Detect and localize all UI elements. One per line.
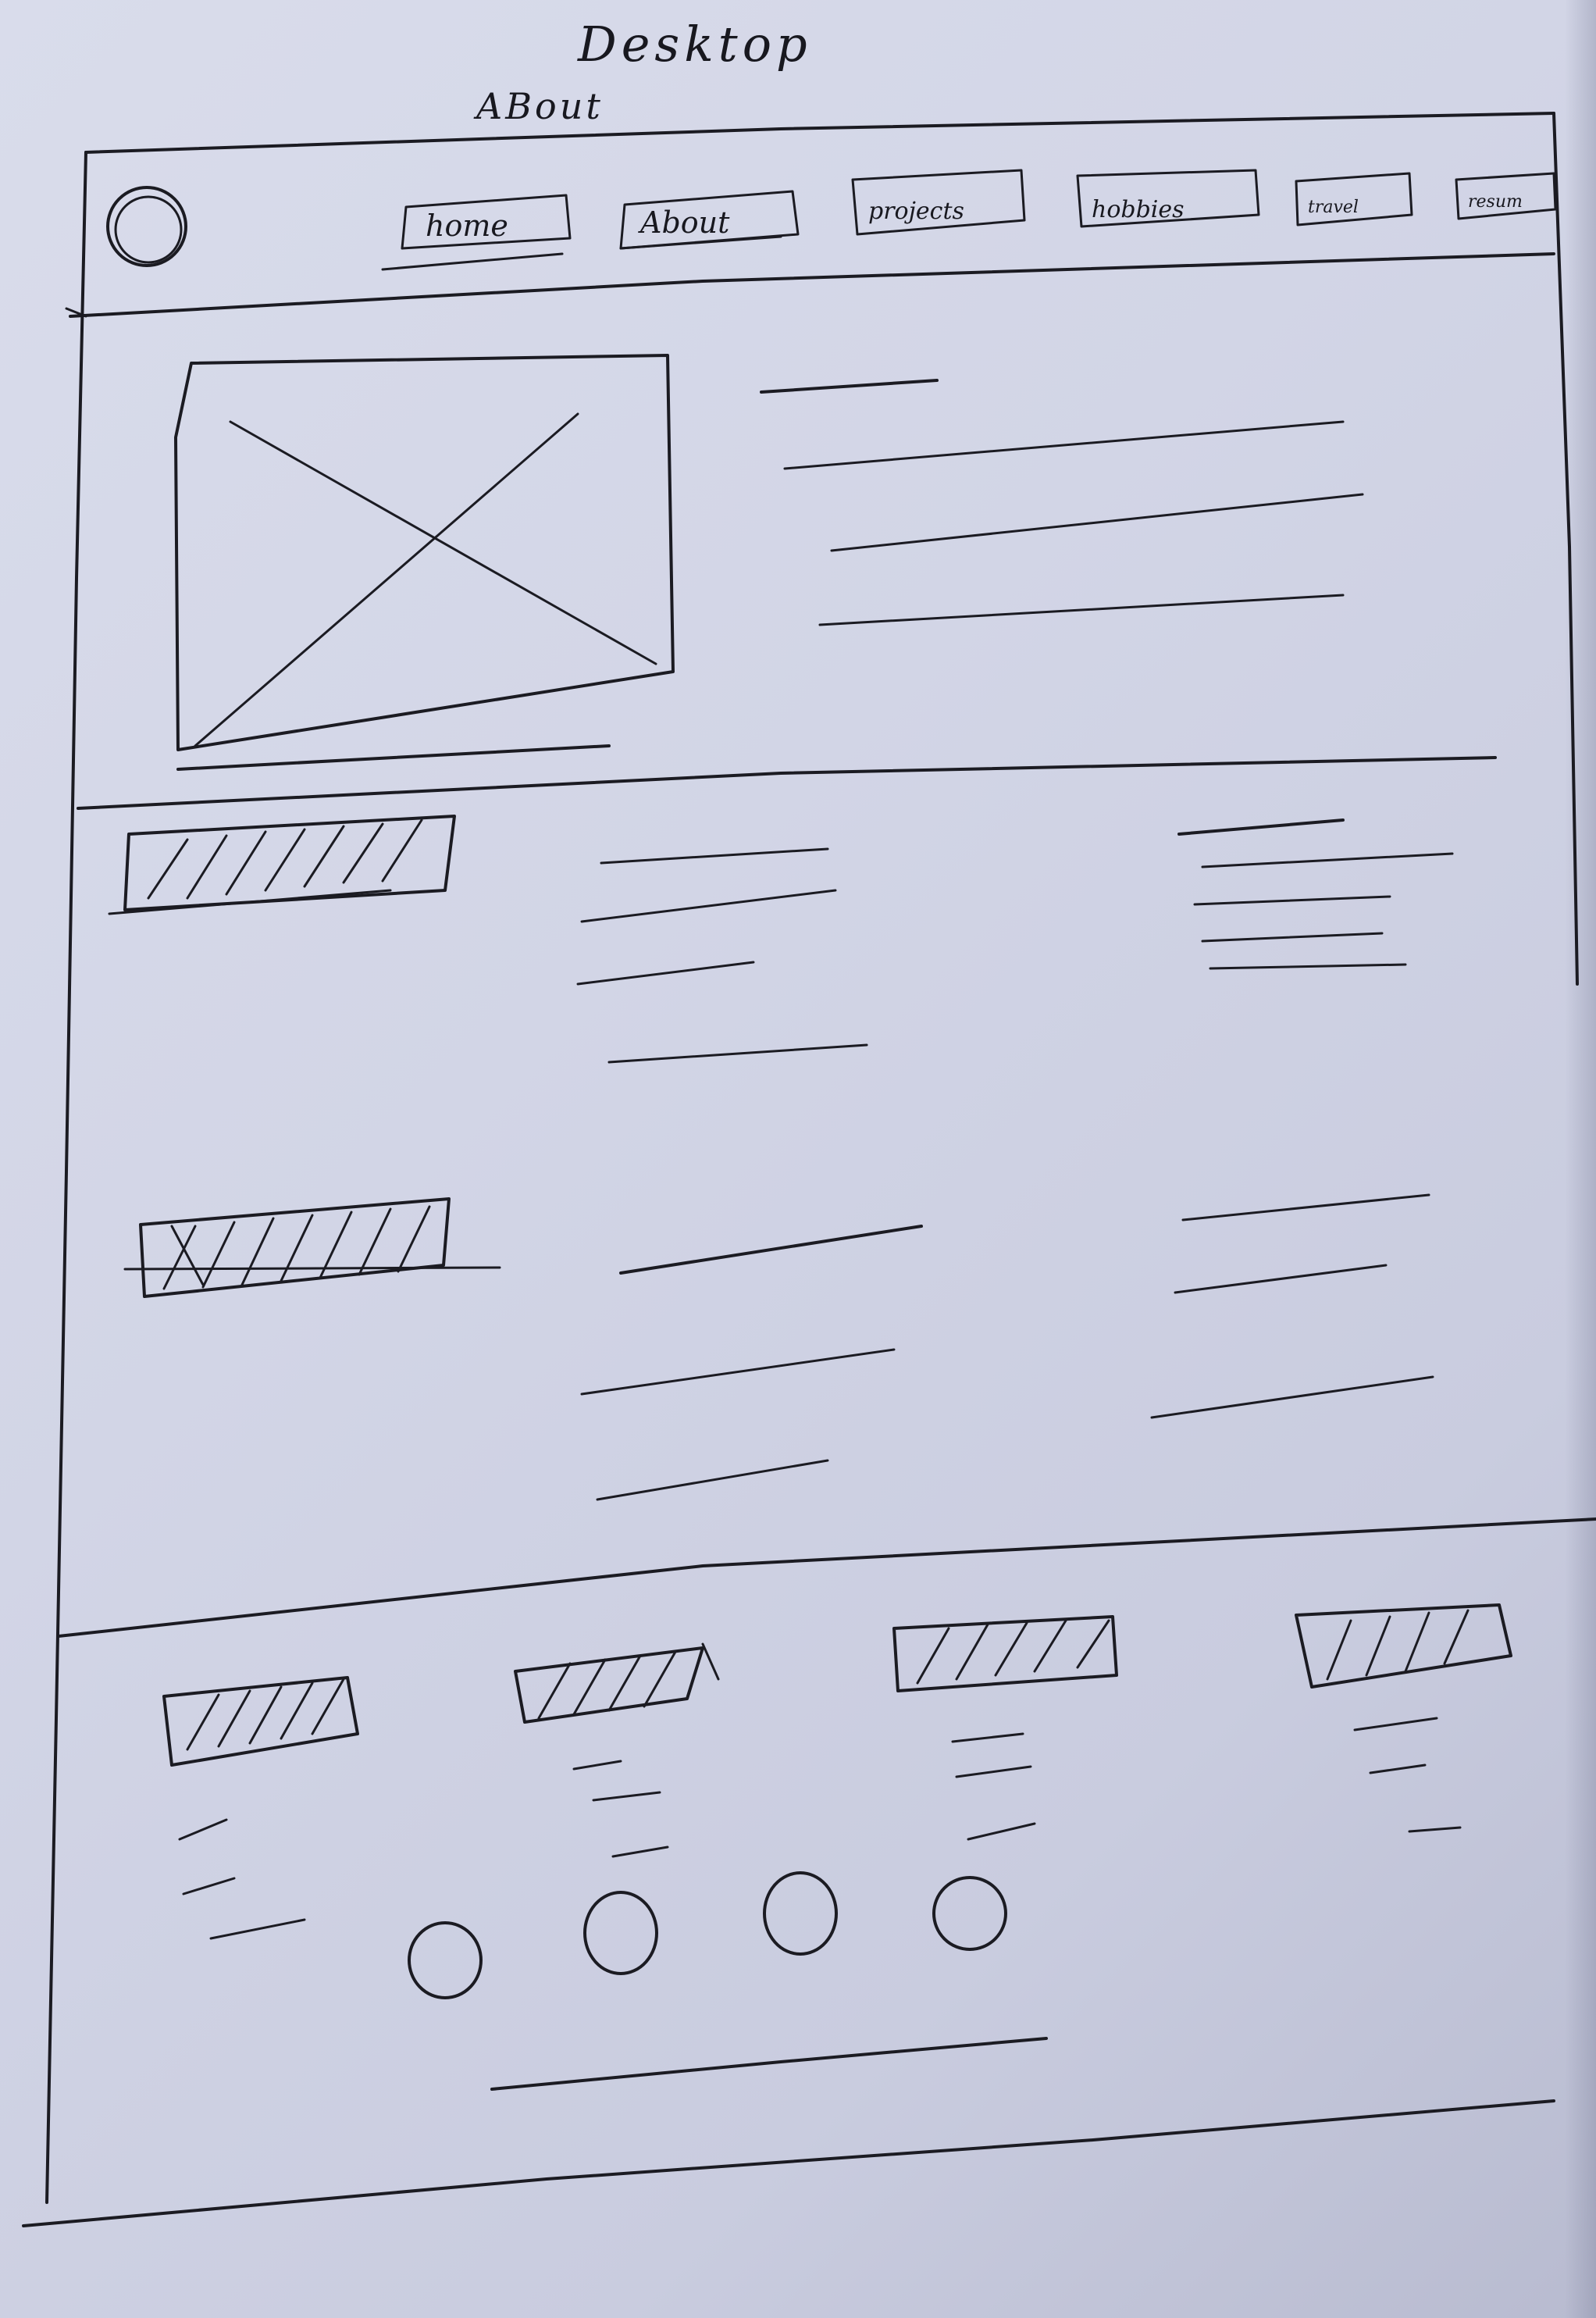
row-2-text-right [1150, 1193, 1434, 1419]
footer-card-4[interactable] [1295, 1603, 1512, 1833]
navbar-divider [69, 252, 1555, 318]
text-line [580, 1348, 896, 1396]
hero-image-frame [174, 354, 675, 751]
nav-item-travel[interactable]: travel [1295, 172, 1413, 226]
text-line [580, 889, 837, 923]
wireframe-sketch: Desktop ABout home About projects hobbie… [22, 16, 1596, 2227]
text-line [619, 1225, 923, 1275]
hero-image-placeholder [174, 354, 675, 771]
hero-text-line [830, 493, 1364, 552]
card-text-line [611, 1845, 669, 1858]
hero-text-line [818, 594, 1345, 626]
frame-bottom-edge [22, 2099, 1555, 2227]
nav-item-about-label: About [638, 205, 730, 240]
text-line [600, 847, 829, 865]
hero-section [77, 354, 1497, 810]
social-icons [408, 1871, 1007, 1999]
card-hatched-header [892, 1615, 1118, 1692]
text-line [1150, 1375, 1434, 1419]
social-circle-icon[interactable] [763, 1871, 838, 1956]
row-1-text-mid [576, 847, 868, 1064]
sketch-paper: Desktop ABout home About projects hobbie… [0, 0, 1596, 2318]
page-title: Desktop [577, 16, 812, 73]
frame-left-edge [45, 151, 87, 2204]
hero-image-bottom-line [176, 744, 611, 771]
hatch-strokes [1326, 1609, 1470, 1681]
text-line [1209, 963, 1407, 970]
navbar[interactable]: home About projects hobbies travel resum [65, 169, 1557, 318]
frame-right-edge [1552, 112, 1579, 986]
hero-divider [77, 756, 1497, 810]
card-text-line [182, 1877, 236, 1895]
logo-circle-icon[interactable] [106, 186, 187, 267]
card-text-line [1369, 1763, 1427, 1774]
text-line [1201, 852, 1454, 868]
nav-item-hobbies[interactable]: hobbies [1076, 169, 1260, 228]
nav-item-home[interactable]: home [381, 194, 572, 271]
page-subtitle: ABout [473, 85, 604, 127]
card-text-line [1353, 1717, 1438, 1731]
hatched-block-outline [123, 815, 456, 911]
text-line [1174, 1264, 1388, 1294]
card-text-line [967, 1822, 1036, 1841]
hatched-block-underline [123, 1266, 501, 1271]
footer-cards [162, 1603, 1512, 1940]
row-2-text-mid [580, 1225, 923, 1501]
footer-card-1[interactable] [162, 1676, 359, 1940]
card-text-line [951, 1732, 1024, 1743]
content-row-1 [108, 815, 1454, 1064]
text-line [607, 1043, 868, 1064]
row-1-text-right [1177, 818, 1454, 970]
hatch-strokes [916, 1619, 1110, 1685]
hero-text-lines [760, 379, 1364, 626]
frame-top-edge [84, 112, 1555, 154]
hero-text-line [783, 420, 1345, 470]
text-line [1193, 895, 1391, 906]
hatched-block-outline [139, 1197, 451, 1298]
text-line [1177, 818, 1345, 836]
nav-item-home-label: home [426, 209, 508, 243]
nav-item-home-underline [381, 252, 564, 271]
text-line [1201, 932, 1384, 943]
social-circle-icon[interactable] [583, 1891, 658, 1975]
hero-heading-line [760, 379, 939, 394]
footer-divider [57, 1517, 1596, 1638]
card-text-line [209, 1918, 306, 1940]
social-circle-icon[interactable] [932, 1876, 1007, 1951]
nav-item-hobbies-label: hobbies [1092, 196, 1185, 223]
hero-image-cross-a [229, 420, 657, 665]
row-1-hatched-block [108, 815, 456, 915]
text-line [576, 961, 755, 986]
footer-card-2[interactable] [514, 1642, 720, 1858]
footer-card-3[interactable] [892, 1615, 1118, 1841]
logo-circle-icon-inner [114, 195, 183, 264]
content-row-2 [123, 1193, 1434, 1501]
card-text-line [572, 1760, 622, 1771]
social-circle-icon[interactable] [408, 1921, 483, 1999]
nav-item-travel-label: travel [1308, 198, 1359, 217]
row-2-hatched-block [123, 1197, 501, 1298]
nav-item-resume-label: resum [1468, 192, 1523, 212]
card-text-line [955, 1765, 1032, 1778]
card-text-line [1408, 1826, 1462, 1833]
card-text-line [592, 1791, 661, 1802]
nav-item-projects-label: projects [868, 198, 964, 225]
card-text-line [178, 1818, 228, 1841]
nav-item-projects[interactable]: projects [851, 169, 1026, 236]
nav-item-about[interactable]: About [619, 190, 800, 250]
text-line [1181, 1193, 1430, 1221]
nav-item-resume[interactable]: resum [1455, 172, 1557, 220]
browser-frame [22, 112, 1579, 2227]
footer-copyright-line [490, 2037, 1048, 2091]
text-line [596, 1459, 829, 1501]
